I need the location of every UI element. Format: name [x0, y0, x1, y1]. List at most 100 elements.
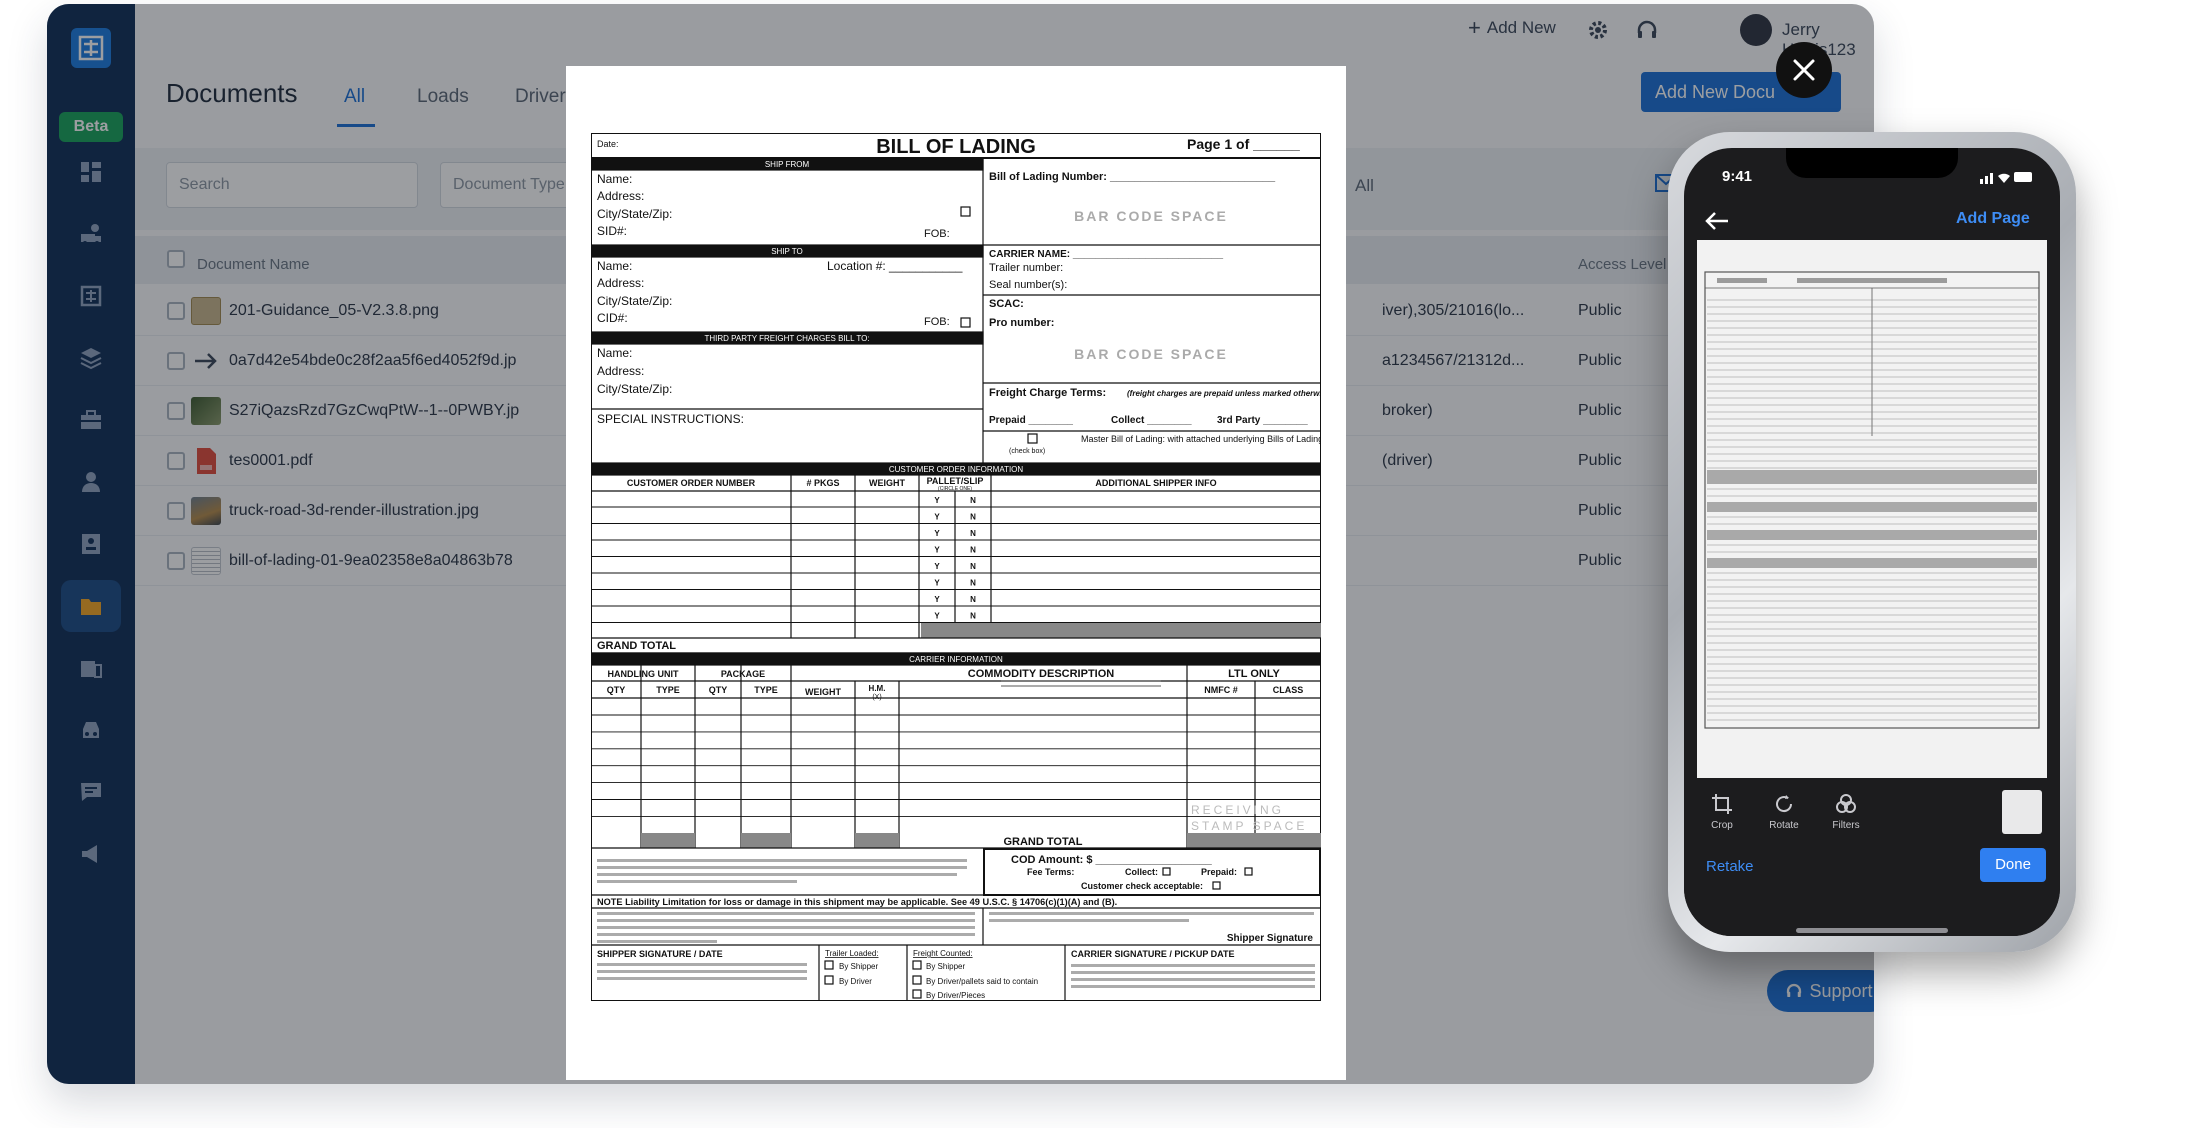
- phone-toolbar: Crop Rotate Filters Retake Done: [1684, 778, 2060, 936]
- close-preview-button[interactable]: [1776, 42, 1832, 98]
- bol-pkgs: # PKGS: [806, 478, 839, 488]
- bol-commodity-description: COMMODITY DESCRIPTION: [968, 668, 1115, 680]
- bol-fee-collect: Collect:: [1125, 867, 1158, 877]
- bol-ltl-only: LTL ONLY: [1228, 668, 1280, 680]
- bol-class: CLASS: [1273, 685, 1304, 695]
- home-indicator: [1796, 928, 1948, 933]
- bol-hu-qty: QTY: [607, 685, 626, 695]
- bol-yes-option: Y: [934, 612, 940, 621]
- bol-carrier-signature: CARRIER SIGNATURE / PICKUP DATE: [1071, 949, 1235, 959]
- bol-ship-from: SHIP FROM: [765, 160, 810, 169]
- bol-to-address: Address:: [597, 276, 644, 290]
- phone-screen: 9:41 Add Page Crop Rotate Filters Retake…: [1684, 148, 2060, 936]
- bol-hu-type: TYPE: [656, 685, 680, 695]
- back-arrow-icon[interactable]: [1704, 210, 1730, 232]
- bol-by-driver: By Driver: [839, 977, 872, 986]
- bol-check-acceptable: Customer check acceptable:: [1081, 881, 1203, 891]
- bol-stamp-space: STAMP SPACE: [1191, 819, 1307, 833]
- bol-carrier-name: CARRIER NAME: __________________________…: [989, 249, 1223, 260]
- done-button[interactable]: Done: [1980, 848, 2046, 882]
- bol-tp-name: Name:: [597, 346, 632, 360]
- bol-check-box: (check box): [1009, 448, 1045, 455]
- bol-commodity-weight: WEIGHT: [805, 687, 841, 697]
- phone-notch: [1786, 148, 1958, 178]
- bol-fc-driver: By Driver/pallets said to contain: [926, 977, 1038, 986]
- bol-package: PACKAGE: [721, 669, 765, 679]
- bill-of-lading-form: Date: BILL OF LADING Page 1 of ______ SH…: [591, 133, 1321, 1001]
- bol-liability-note: NOTE Liability Limitation for loss or da…: [597, 897, 1117, 907]
- page-thumbnail[interactable]: [2002, 790, 2042, 834]
- status-icons: [1980, 172, 2032, 184]
- bol-ship-to: SHIP TO: [771, 247, 803, 256]
- bol-pkg-type: TYPE: [754, 685, 778, 695]
- bol-prepaid: Prepaid ________: [989, 415, 1073, 426]
- close-icon: [1793, 59, 1815, 81]
- crop-tool[interactable]: Crop: [1696, 792, 1748, 831]
- phone-time: 9:41: [1722, 168, 1753, 185]
- bol-fc-shipper: By Shipper: [926, 962, 965, 971]
- bol-from-address: Address:: [597, 189, 644, 203]
- bol-barcode-space-2: BAR CODE SPACE: [1074, 346, 1228, 362]
- bol-title: BILL OF LADING: [876, 136, 1036, 158]
- bol-third-party: THIRD PARTY FREIGHT CHARGES BILL TO:: [704, 334, 869, 343]
- bol-collect: Collect ________: [1111, 415, 1192, 426]
- bol-cid: CID#:: [597, 311, 628, 325]
- bol-no-option: N: [970, 595, 976, 604]
- bol-freight-note: (freight charges are prepaid unless mark…: [1127, 389, 1321, 398]
- bol-cod-amount: COD Amount: $ ___________________: [1011, 854, 1213, 866]
- bol-grand-total-2: GRAND TOTAL: [1003, 836, 1082, 848]
- bol-sid: SID#:: [597, 224, 627, 238]
- bol-yes-option: Y: [934, 529, 940, 538]
- bol-customer-order-number: CUSTOMER ORDER NUMBER: [627, 478, 756, 488]
- bol-pallet-slip: PALLET/SLIP: [927, 476, 984, 486]
- bol-fc-pieces: By Driver/Pieces: [926, 991, 985, 1000]
- bol-additional-info: ADDITIONAL SHIPPER INFO: [1095, 478, 1216, 488]
- bol-master-bol: Master Bill of Lading: with attached und…: [1081, 434, 1321, 444]
- bol-special-instructions: SPECIAL INSTRUCTIONS:: [597, 412, 744, 426]
- bol-hm: H.M.: [869, 684, 886, 693]
- filters-icon: [1836, 794, 1856, 813]
- filters-label: Filters: [1832, 820, 1860, 831]
- bol-circle-one: (CIRCLE ONE): [938, 486, 972, 492]
- bol-weight: WEIGHT: [869, 478, 905, 488]
- bol-trailer-loaded: Trailer Loaded:: [825, 949, 879, 958]
- bol-fee-terms: Fee Terms:: [1027, 867, 1074, 877]
- bol-from-city: City/State/Zip:: [597, 207, 672, 221]
- bol-yes-option: Y: [934, 546, 940, 555]
- bol-number: Bill of Lading Number: _________________…: [989, 171, 1276, 183]
- phone-mockup: 9:41 Add Page Crop Rotate Filters Retake…: [1668, 132, 2076, 952]
- rotate-icon: [1776, 795, 1793, 813]
- bol-yes-option: Y: [934, 562, 940, 571]
- bol-fee-prepaid: Prepaid:: [1201, 867, 1237, 877]
- scanned-document-image: [1697, 240, 2047, 780]
- bol-yes-option: Y: [934, 579, 940, 588]
- retake-button[interactable]: Retake: [1706, 858, 1754, 875]
- bol-from-fob: FOB:: [924, 228, 950, 240]
- bol-trailer-number: Trailer number:: [989, 262, 1063, 274]
- bol-yes-option: Y: [934, 496, 940, 505]
- filters-tool[interactable]: Filters: [1820, 792, 1872, 831]
- bol-to-name: Name:: [597, 259, 632, 273]
- rotate-label: Rotate: [1769, 820, 1799, 831]
- bol-third-party-terms: 3rd Party ________: [1217, 415, 1308, 426]
- bol-no-option: N: [970, 546, 976, 555]
- bol-date: Date:: [597, 139, 619, 149]
- bol-from-name: Name:: [597, 172, 632, 186]
- bol-receiving: RECEIVING: [1191, 803, 1284, 817]
- bol-by-shipper: By Shipper: [839, 962, 878, 971]
- bol-shipper-signature-date: SHIPPER SIGNATURE / DATE: [597, 949, 723, 959]
- bol-handling-unit: HANDLING UNIT: [608, 669, 679, 679]
- bol-no-option: N: [970, 562, 976, 571]
- bol-hm-x: (X): [872, 694, 881, 701]
- bol-pro-number: Pro number:: [989, 317, 1054, 329]
- bol-to-fob: FOB:: [924, 316, 950, 328]
- add-page-button[interactable]: Add Page: [1956, 210, 2030, 228]
- rotate-tool[interactable]: Rotate: [1758, 792, 1810, 831]
- bol-customer-order: CUSTOMER ORDER INFORMATION: [889, 465, 1024, 474]
- bol-scac: SCAC:: [989, 298, 1024, 310]
- bol-to-city: City/State/Zip:: [597, 294, 672, 308]
- bol-no-option: N: [970, 612, 976, 621]
- bol-tp-address: Address:: [597, 364, 644, 378]
- bol-seal-number: Seal number(s):: [989, 279, 1067, 291]
- bol-yes-option: Y: [934, 595, 940, 604]
